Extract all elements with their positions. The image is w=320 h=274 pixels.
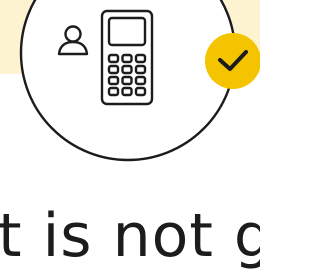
checkmark-badge-icon: [205, 33, 260, 89]
card: t is not go: [0, 0, 260, 274]
circle-frame: [19, 0, 237, 162]
caption-text: t is not go: [0, 201, 260, 271]
